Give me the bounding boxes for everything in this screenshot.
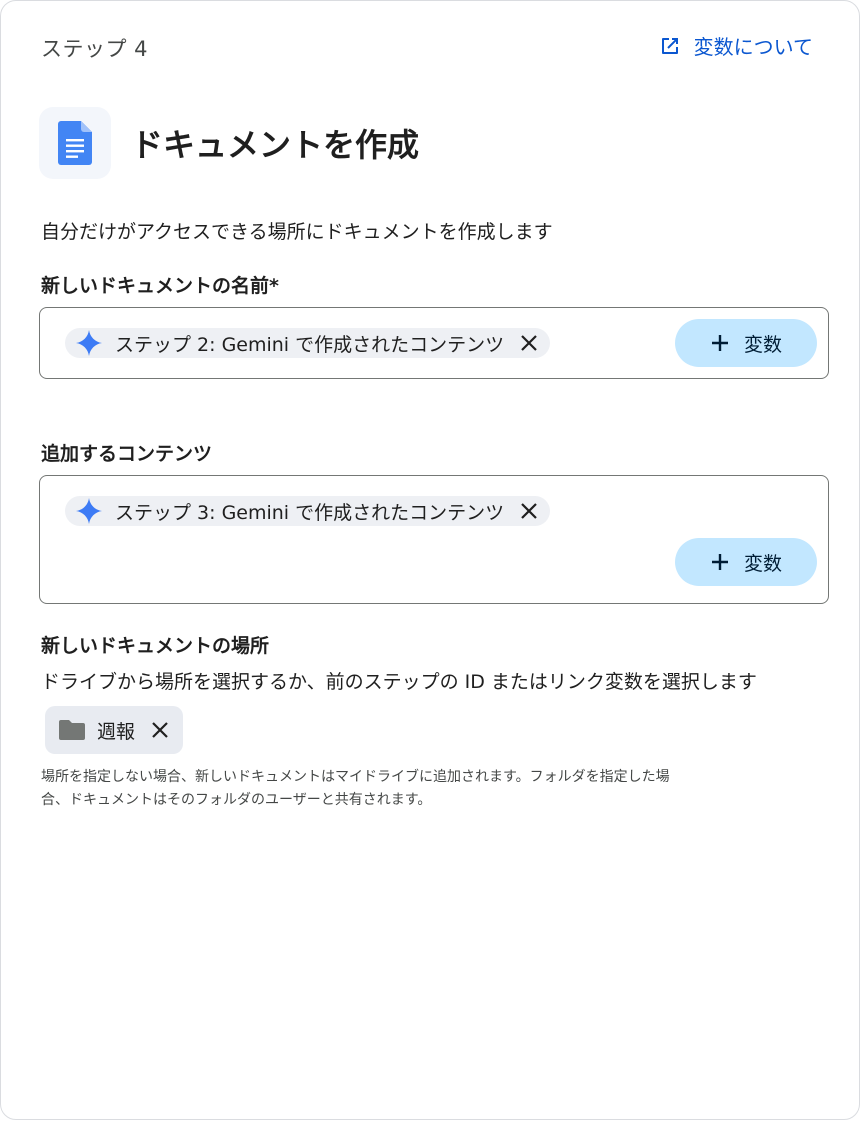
add-variable-button[interactable]: 変数 bbox=[675, 538, 817, 586]
gemini-sparkle-icon bbox=[76, 330, 102, 356]
variable-chip-label: ステップ 2: Gemini で作成されたコンテンツ bbox=[115, 333, 505, 356]
plus-icon bbox=[711, 554, 728, 570]
location-hint-line: 合、ドキュメントはそのフォルダのユーザーと共有されます。 bbox=[41, 792, 432, 808]
open-in-new-icon bbox=[661, 37, 678, 54]
variable-chip-step3[interactable]: ステップ 3: Gemini で作成されたコンテンツ bbox=[65, 496, 551, 526]
plus-icon bbox=[711, 335, 728, 351]
document-name-field[interactable]: ステップ 2: Gemini で作成されたコンテンツ 変数 bbox=[39, 307, 829, 379]
step-description: 自分だけがアクセスできる場所にドキュメントを作成します bbox=[41, 221, 553, 243]
content-field[interactable]: ステップ 3: Gemini で作成されたコンテンツ 変数 bbox=[39, 475, 829, 604]
variable-chip-step2[interactable]: ステップ 2: Gemini で作成されたコンテンツ bbox=[65, 328, 551, 358]
location-label: 新しいドキュメントの場所 bbox=[41, 635, 270, 657]
header: ドキュメントを作成 bbox=[39, 107, 419, 179]
about-variables-label: 変数について bbox=[693, 35, 813, 59]
add-variable-label: 変数 bbox=[743, 553, 782, 575]
step-panel: ステップ 4 変数について ドキュメントを作成 自分だけがアクセスできる場所にド… bbox=[0, 0, 860, 1120]
variable-chip-label: ステップ 3: Gemini で作成されたコンテンツ bbox=[115, 501, 505, 524]
location-hint: 場所を指定しない場合、新しいドキュメントはマイドライブに追加されます。フォルダを… bbox=[41, 766, 801, 812]
content-label: 追加するコンテンツ bbox=[41, 443, 213, 465]
page-title: ドキュメントを作成 bbox=[131, 126, 420, 164]
location-description: ドライブから場所を選択するか、前のステップの ID またはリンク変数を選択します bbox=[41, 671, 757, 693]
google-docs-icon bbox=[58, 121, 92, 165]
folder-chip-label: 週報 bbox=[97, 720, 136, 743]
document-name-label: 新しいドキュメントの名前* bbox=[41, 275, 279, 297]
folder-chip[interactable]: 週報 bbox=[45, 706, 184, 754]
close-icon[interactable] bbox=[520, 334, 538, 352]
close-icon[interactable] bbox=[151, 721, 169, 739]
location-hint-line: 場所を指定しない場合、新しいドキュメントはマイドライブに追加されます。フォルダを… bbox=[41, 769, 670, 785]
folder-icon bbox=[59, 720, 85, 740]
add-variable-label: 変数 bbox=[743, 334, 782, 356]
gemini-sparkle-icon bbox=[76, 498, 102, 524]
add-variable-button[interactable]: 変数 bbox=[675, 319, 817, 367]
about-variables-link[interactable]: 変数について bbox=[658, 31, 813, 60]
close-icon[interactable] bbox=[520, 502, 538, 520]
doc-icon-tile bbox=[39, 107, 111, 179]
step-label: ステップ 4 bbox=[41, 37, 149, 61]
